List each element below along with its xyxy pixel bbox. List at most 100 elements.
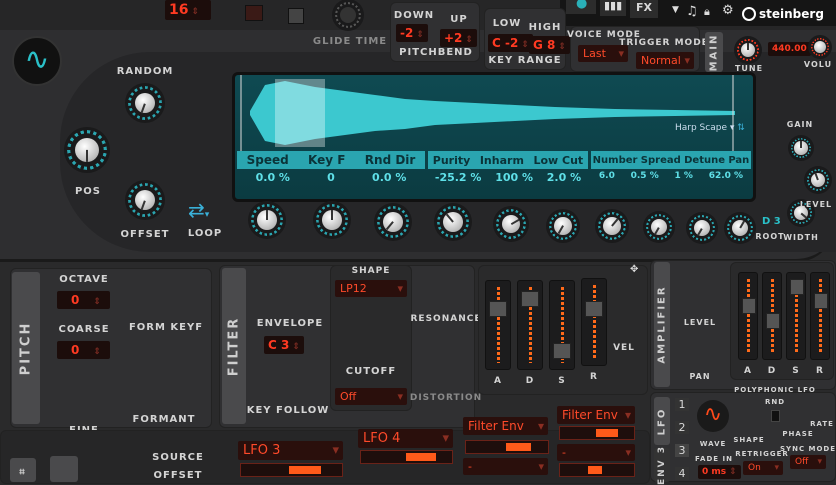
param-header-group2: Purity Inharm Low Cut: [428, 151, 588, 169]
pos-knob[interactable]: [64, 127, 110, 173]
rnd-toggle[interactable]: [771, 410, 780, 422]
amplifier-r-slider[interactable]: [810, 272, 830, 360]
amplifier-s-slider[interactable]: [786, 272, 806, 360]
slider-handle[interactable]: [790, 279, 804, 295]
filter-r-slider[interactable]: [581, 278, 607, 366]
mod-source-dropdown-2[interactable]: LFO 4: [358, 429, 453, 448]
tab-matrix[interactable]: ⌗: [10, 458, 36, 482]
tune-display[interactable]: 440.00: [768, 42, 811, 56]
lfo-wave-button[interactable]: ∿: [697, 400, 729, 432]
pitchbend-down-value: -2: [400, 26, 414, 40]
mod-dest-dropdown-3[interactable]: -: [463, 458, 548, 475]
slider-handle[interactable]: [814, 293, 828, 309]
voices-display[interactable]: 16 ⇕: [165, 0, 211, 20]
move-icon[interactable]: ✥: [630, 264, 638, 275]
filter-adsr-label: R: [590, 372, 598, 382]
slider-handle[interactable]: [489, 301, 507, 317]
filter-s-slider[interactable]: [549, 280, 575, 370]
logo-circle-icon: [742, 7, 756, 21]
mod-source-dropdown-3[interactable]: Filter Env: [463, 417, 548, 435]
wave-mode-button[interactable]: ∿: [12, 36, 62, 86]
key-low-display[interactable]: C -2 ⇕: [488, 34, 533, 52]
pitchbend-up-display[interactable]: +2 ⇕: [440, 29, 477, 47]
dropdown-arrow-icon[interactable]: ▼: [672, 5, 679, 15]
mod-depth-bar-1[interactable]: [240, 463, 343, 477]
retrigger-dropdown[interactable]: On: [743, 461, 783, 475]
pitchbend-down-display[interactable]: -2 ⇕: [396, 24, 428, 42]
fade-in-value: 0 ms: [702, 467, 727, 477]
slider-handle[interactable]: [553, 343, 571, 359]
lfo-number-4[interactable]: 4: [675, 467, 689, 480]
filter-shape-dropdown[interactable]: LP12: [335, 280, 407, 297]
spread-knob[interactable]: [643, 211, 675, 243]
filter-a-slider[interactable]: [485, 280, 511, 370]
fx-tab[interactable]: FX: [630, 0, 658, 18]
key-f-knob[interactable]: [313, 201, 351, 239]
gear-icon[interactable]: ⚙: [722, 3, 734, 18]
mod-depth-bar-4[interactable]: [559, 426, 635, 440]
pan-knob[interactable]: [724, 212, 756, 244]
lfo-number-3[interactable]: 3: [675, 444, 689, 457]
amplifier-a-slider[interactable]: [738, 272, 758, 360]
mod-depth-bar-5[interactable]: [559, 463, 635, 477]
edit-tab[interactable]: ●: [566, 0, 596, 14]
tune-knob[interactable]: [734, 36, 762, 64]
glide-button[interactable]: [288, 8, 304, 24]
purity-knob[interactable]: [434, 203, 472, 241]
lock-icon[interactable]: 🔒︎: [704, 5, 710, 19]
slider-handle[interactable]: [766, 313, 780, 329]
key-high-value: G 8: [533, 38, 556, 52]
key-follow-center-display[interactable]: C 3 ⇕: [264, 336, 304, 354]
lfo-number-2[interactable]: 2: [675, 421, 689, 434]
inharm-knob[interactable]: [493, 206, 529, 242]
waveform-display[interactable]: Harp Scape ▾ ⇅ Speed Key F Rnd Dir Purity I…: [232, 72, 756, 202]
mixer-tab[interactable]: ▮▮▮: [600, 0, 626, 16]
filter-d-slider[interactable]: [517, 280, 543, 370]
slider-handle[interactable]: [742, 298, 756, 314]
tab-lfo[interactable]: LFO: [654, 397, 670, 445]
lfo-shape-label: Shape: [733, 436, 765, 444]
mod-depth-bar-2[interactable]: [360, 450, 453, 464]
rnd-dir-knob[interactable]: [374, 203, 412, 241]
slider-handle[interactable]: [521, 291, 539, 307]
low-cut-knob[interactable]: [546, 209, 580, 243]
sync-mode-dropdown[interactable]: Off: [790, 455, 826, 469]
coarse-label: Coarse: [58, 324, 110, 335]
mod-source-dropdown-1[interactable]: LFO 3: [238, 441, 343, 460]
glide-time-knob[interactable]: [332, 0, 364, 31]
key-high-display[interactable]: G 8 ⇕: [529, 36, 570, 54]
detune-knob[interactable]: [686, 212, 718, 244]
coarse-display[interactable]: 0 ⇕: [57, 341, 110, 359]
mono-button[interactable]: [245, 5, 263, 21]
gain-knob[interactable]: [788, 135, 814, 161]
amplifier-d-slider[interactable]: [762, 272, 782, 360]
wave-label: Wave: [699, 440, 727, 448]
tab-pitch[interactable]: PITCH: [12, 272, 40, 424]
page-1-button[interactable]: [50, 456, 78, 482]
tab-filter[interactable]: FILTER: [222, 268, 246, 424]
tab-env3[interactable]: ENV 3: [654, 445, 670, 485]
tab-amplifier[interactable]: AMPLIFIER: [654, 262, 670, 387]
number-knob[interactable]: [595, 209, 629, 243]
volume-knob[interactable]: [808, 35, 832, 59]
sample-selector[interactable]: Harp Scape ▾ ⇅: [675, 123, 745, 133]
trigger-mode-dropdown[interactable]: Normal: [636, 52, 694, 69]
root-value[interactable]: D 3: [762, 216, 781, 227]
level-knob[interactable]: [804, 166, 832, 194]
lfo-number-1[interactable]: 1: [675, 398, 689, 411]
slider-handle[interactable]: [585, 301, 603, 317]
offset-knob[interactable]: [125, 180, 165, 220]
pitch-section: [10, 268, 212, 428]
random-knob[interactable]: [125, 83, 165, 123]
fade-in-display[interactable]: 0 ms ⇕: [698, 465, 741, 479]
note-icon[interactable]: ♫: [686, 4, 698, 19]
filter-mode-dropdown[interactable]: Off: [335, 388, 407, 405]
mod-dest-dropdown-4[interactable]: -: [557, 444, 635, 461]
speed-knob[interactable]: [248, 201, 286, 239]
octave-display[interactable]: 0 ⇕: [57, 291, 110, 309]
mod-depth-bar-3[interactable]: [465, 440, 549, 454]
tab-main[interactable]: MAIN: [705, 32, 723, 72]
mod-source-dropdown-4[interactable]: Filter Env: [557, 406, 635, 424]
key-range-label: Key Range: [488, 55, 562, 66]
loop-icon[interactable]: ⇄▾: [188, 198, 209, 222]
